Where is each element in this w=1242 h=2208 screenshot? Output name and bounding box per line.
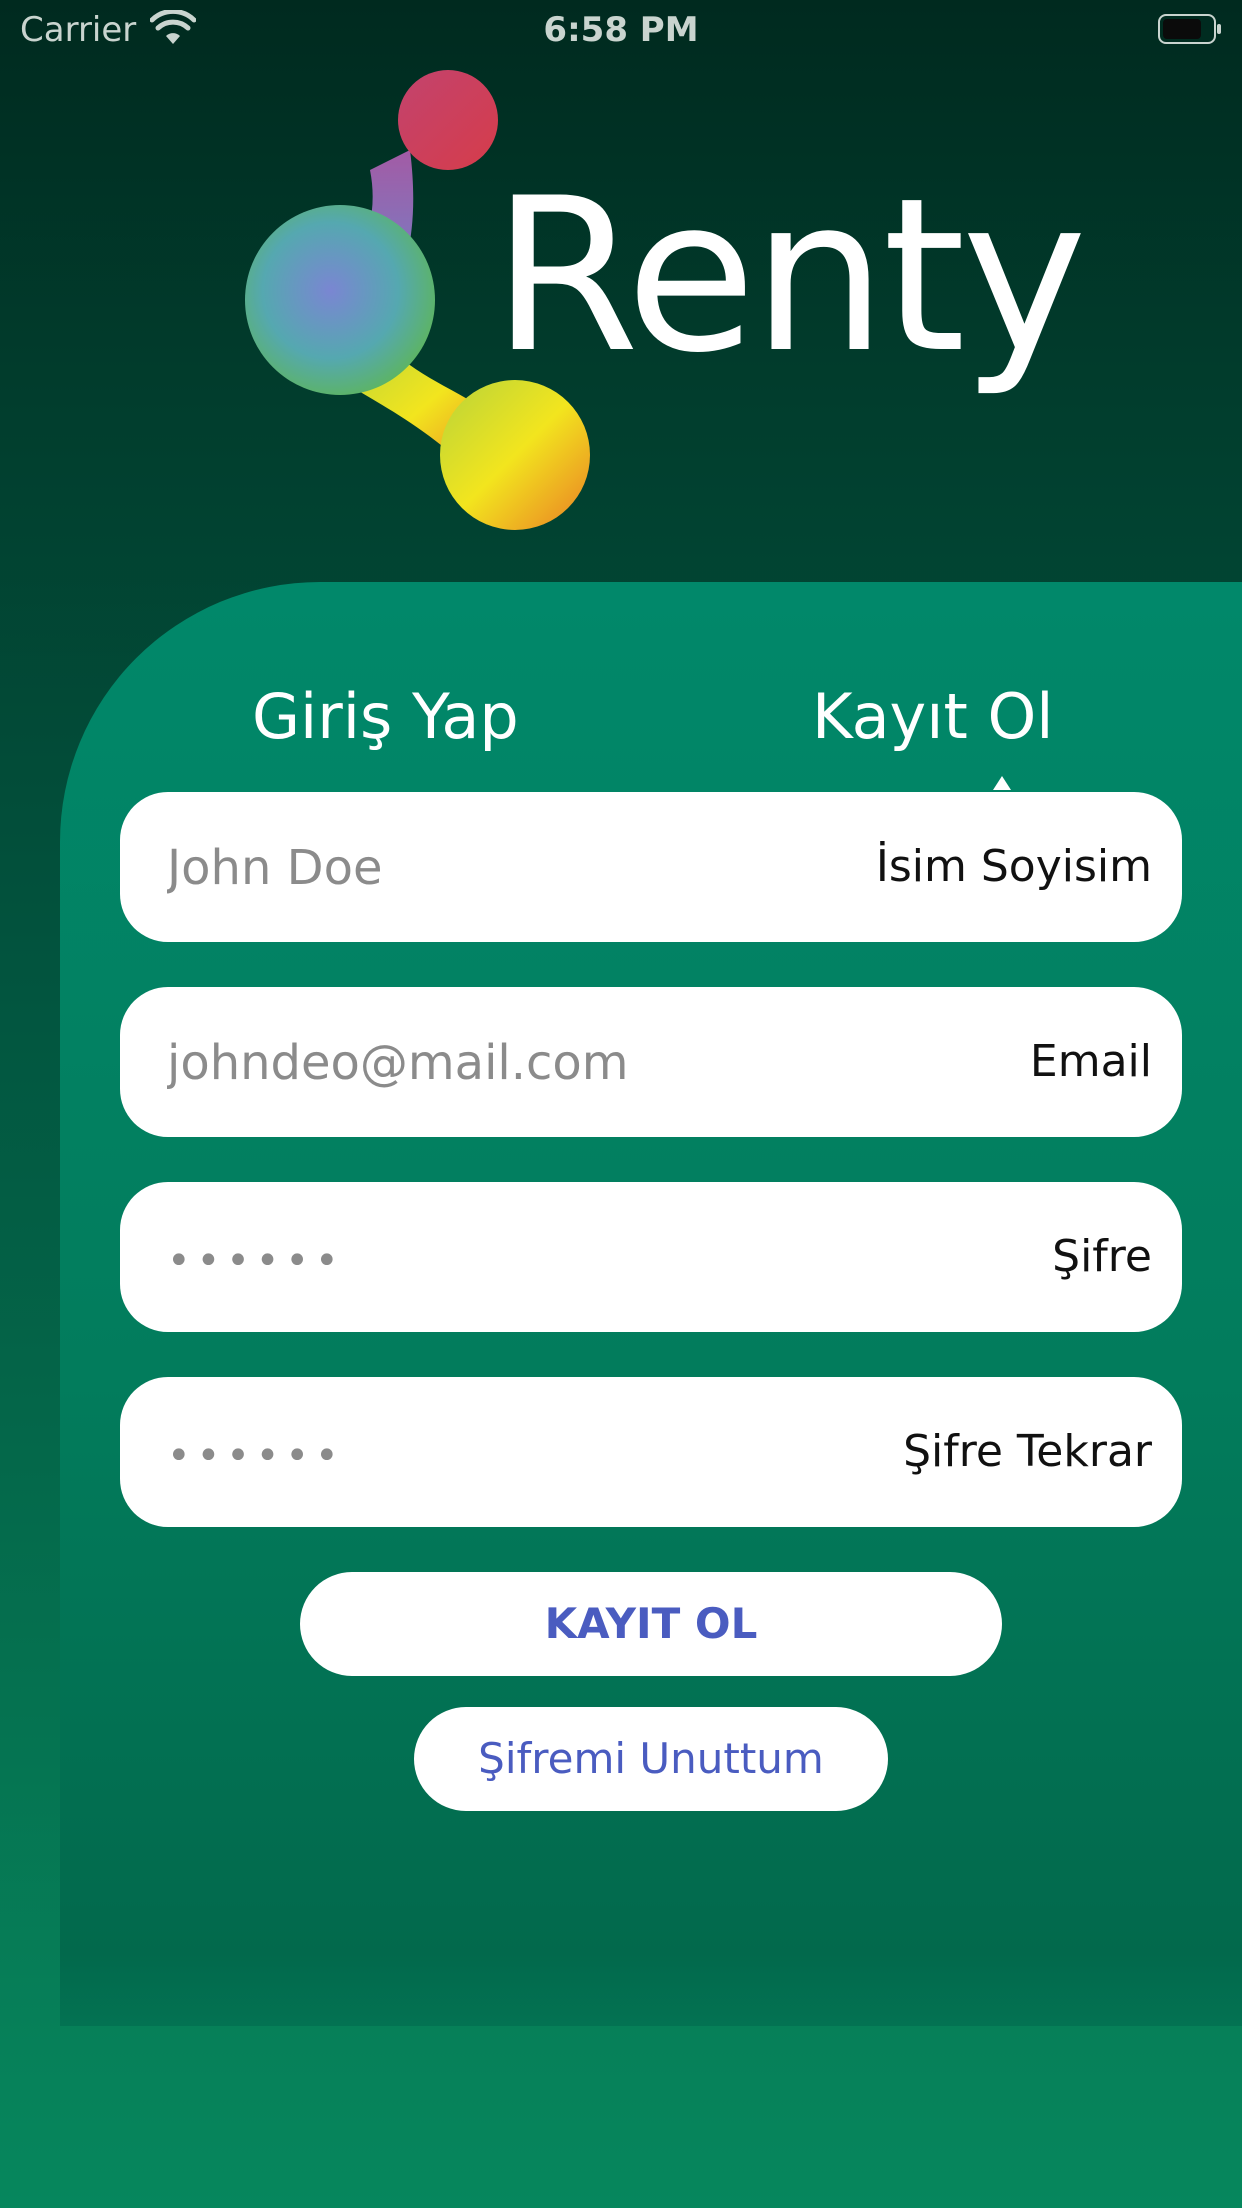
battery-icon [1158,14,1221,44]
name-field[interactable]: İsim Soyisim [120,792,1182,944]
app-logo: Renty [230,60,1087,540]
status-time: 6:58 PM [543,10,699,50]
password-repeat-field-label: Şifre Tekrar [903,1426,1152,1477]
logo-text: Renty [492,152,1087,399]
password-field[interactable]: Şifre [120,1182,1182,1334]
status-bar: Carrier 6:58 PM [0,0,1242,60]
password-repeat-input[interactable] [165,1377,809,1529]
name-input[interactable] [165,792,809,944]
active-tab-indicator [993,776,1011,790]
name-field-label: İsim Soyisim [875,841,1152,892]
email-input[interactable] [165,987,809,1139]
password-field-label: Şifre [1052,1231,1152,1282]
tab-login[interactable]: Giriş Yap [252,680,519,753]
password-input[interactable] [165,1182,809,1334]
register-button[interactable]: KAYIT OL [300,1572,1002,1676]
forgot-password-button[interactable]: Şifremi Unuttum [414,1707,888,1811]
password-repeat-field[interactable]: Şifre Tekrar [120,1377,1182,1529]
email-field[interactable]: Email [120,987,1182,1139]
tab-register[interactable]: Kayıt Ol [812,680,1054,753]
email-field-label: Email [1029,1036,1152,1087]
